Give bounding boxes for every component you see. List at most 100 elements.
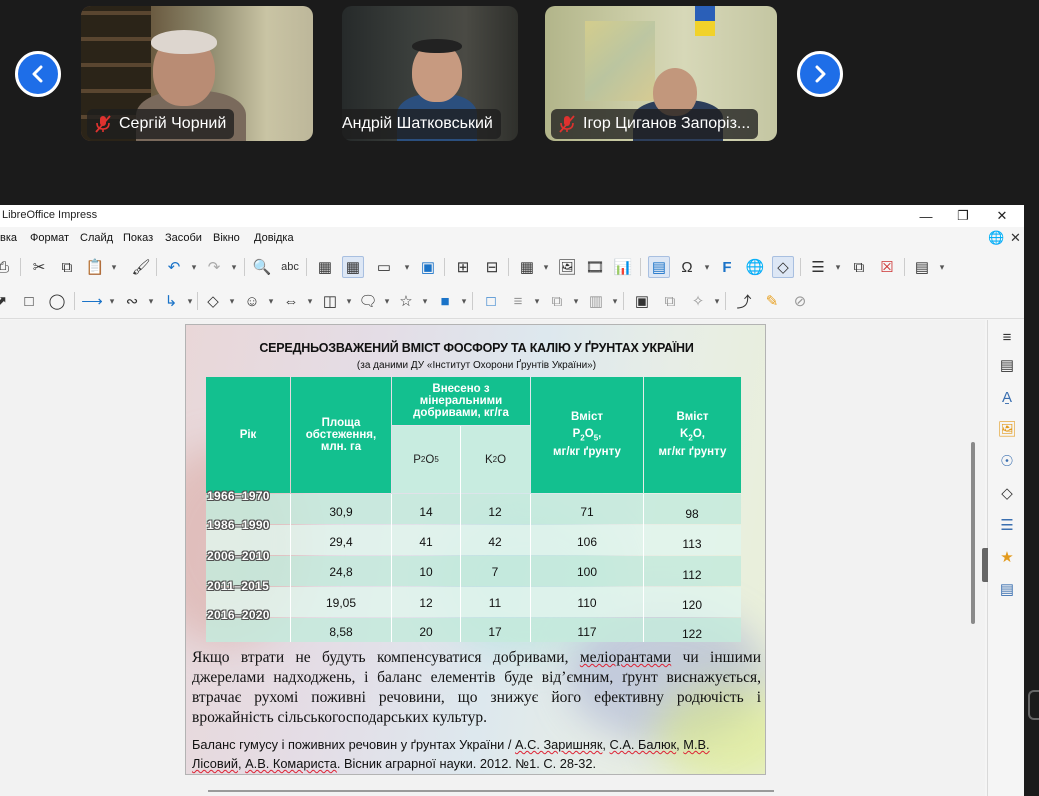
menu-show[interactable]: Показ (123, 232, 153, 244)
rectangle-icon[interactable]: □ (18, 290, 40, 312)
block-arrows-dropdown-icon[interactable]: ▾ (306, 290, 314, 312)
align-objects-icon[interactable]: ≡ (507, 290, 529, 312)
insert-table-icon[interactable]: ▦ (516, 256, 538, 278)
3d-objects-icon[interactable]: ■ (434, 290, 456, 312)
fontwork-icon[interactable]: F (716, 256, 738, 278)
special-character-dropdown-icon[interactable]: ▾ (703, 256, 711, 278)
insert-media-icon[interactable]: 🎞 (584, 256, 606, 278)
close-button[interactable]: ✕ (993, 207, 1011, 225)
points-icon[interactable]: ⤴ (733, 290, 755, 312)
display-grid-icon[interactable]: ▦ (314, 256, 336, 278)
find-replace-icon[interactable]: 🔍 (251, 256, 273, 278)
align-dropdown-icon[interactable]: ▾ (533, 290, 541, 312)
gluepoints-icon[interactable]: ✎ (761, 290, 783, 312)
shapes-icon[interactable]: ◇ (996, 482, 1018, 504)
filter-dropdown-icon[interactable]: ▾ (713, 290, 721, 312)
line-dropdown-icon[interactable]: ▾ (108, 290, 116, 312)
stars-dropdown-icon[interactable]: ▾ (421, 290, 429, 312)
slide[interactable]: СЕРЕДНЬОЗВАЖЕНИЙ ВМІСТ ФОСФОРУ ТА КАЛІЮ … (185, 324, 766, 775)
table-dropdown-icon[interactable]: ▾ (542, 256, 550, 278)
menu-format[interactable]: Формат (30, 232, 69, 244)
participant-tile[interactable]: Ігор Циганов Запоріз... (545, 6, 777, 141)
callouts-dropdown-icon[interactable]: ▾ (383, 290, 391, 312)
show-draw-functions-icon[interactable]: ◇ (772, 256, 794, 278)
clone-formatting-icon[interactable]: 🖌 (130, 256, 152, 278)
special-character-icon[interactable]: Ω (676, 256, 698, 278)
navigator-icon[interactable]: ☉ (996, 450, 1018, 472)
3d-objects-dropdown-icon[interactable]: ▾ (460, 290, 468, 312)
header-footer-dropdown-icon[interactable]: ▾ (834, 256, 842, 278)
properties-icon[interactable]: ▤ (996, 354, 1018, 376)
start-from-first-icon[interactable]: ⧉ (848, 256, 870, 278)
distribute-icon[interactable]: ▥ (585, 290, 607, 312)
connector-icon[interactable]: ↳ (160, 290, 182, 312)
arrange-dropdown-icon[interactable]: ▾ (572, 290, 580, 312)
print-icon[interactable]: ⎙ (0, 256, 14, 278)
master-slides-icon[interactable]: ▤ (996, 578, 1018, 600)
cut-icon[interactable]: ✂ (28, 256, 50, 278)
menu-slide[interactable]: Слайд (80, 232, 113, 244)
menu-window[interactable]: Вікно (213, 232, 240, 244)
insert-textbox-icon[interactable]: ▤ (648, 256, 670, 278)
header-footer-icon[interactable]: ☰ (807, 256, 829, 278)
symbol-shapes-icon[interactable]: ☺ (241, 290, 263, 312)
ellipse-icon[interactable]: ◯ (46, 290, 68, 312)
sidebar-collapse-handle[interactable] (982, 548, 988, 582)
insert-image-icon[interactable]: 🖼 (556, 256, 578, 278)
menu-insert[interactable]: вка (0, 232, 17, 244)
slide-layout-dropdown-icon[interactable]: ▾ (938, 256, 946, 278)
filter-icon[interactable]: ✧ (687, 290, 709, 312)
menu-tools[interactable]: Засоби (165, 232, 202, 244)
insert-chart-icon[interactable]: 📊 (612, 256, 634, 278)
gallery-icon[interactable]: 🖼 (996, 418, 1018, 440)
arrange-icon[interactable]: ⧉ (546, 290, 568, 312)
previous-page-button[interactable] (15, 51, 61, 97)
spelling-icon[interactable]: abc (279, 256, 301, 278)
restore-button[interactable]: ❐ (954, 207, 972, 225)
flowchart-icon[interactable]: ◫ (319, 290, 341, 312)
display-views-dropdown-icon[interactable]: ▾ (403, 256, 411, 278)
block-arrows-icon[interactable]: ⇔ (280, 290, 302, 312)
close-document-icon[interactable]: ✕ (1010, 230, 1021, 246)
copy-icon[interactable]: ⧉ (56, 256, 78, 278)
basic-shapes-dropdown-icon[interactable]: ▾ (228, 290, 236, 312)
rotate-icon[interactable]: □ (480, 290, 502, 312)
paste-icon[interactable]: 📋 (84, 256, 106, 278)
basic-shapes-icon[interactable]: ◇ (202, 290, 224, 312)
callouts-icon[interactable]: 🗨 (357, 290, 379, 312)
connector-dropdown-icon[interactable]: ▾ (186, 290, 194, 312)
distribute-dropdown-icon[interactable]: ▾ (611, 290, 619, 312)
redo-dropdown-icon[interactable]: ▾ (230, 256, 238, 278)
line-arrow-icon[interactable]: ⟶ (81, 290, 103, 312)
select-icon[interactable]: ⬈ (0, 290, 12, 312)
master-slide-icon[interactable]: ▣ (417, 256, 439, 278)
toggle-extrusion-icon[interactable]: ⊘ (789, 290, 811, 312)
menu-help[interactable]: Довідка (254, 232, 294, 244)
next-page-button[interactable] (797, 51, 843, 97)
horizontal-scrollbar[interactable] (208, 790, 774, 792)
slide-transition-icon[interactable]: ☰ (996, 514, 1018, 536)
crop-icon[interactable]: ⧉ (659, 290, 681, 312)
duplicate-slide-icon[interactable]: ⊟ (481, 256, 503, 278)
minimize-button[interactable]: — (917, 207, 935, 225)
curve-icon[interactable]: ∾ (121, 290, 143, 312)
new-slide-icon[interactable]: ⊞ (452, 256, 474, 278)
slide-layout-icon[interactable]: ▤ (911, 256, 933, 278)
delete-slide-icon[interactable]: ☒ (876, 256, 898, 278)
participant-tile[interactable]: Сергій Чорний (81, 6, 313, 141)
undo-dropdown-icon[interactable]: ▾ (190, 256, 198, 278)
sidebar-menu-icon[interactable]: ≡ (996, 326, 1018, 348)
curve-dropdown-icon[interactable]: ▾ (147, 290, 155, 312)
shadow-icon[interactable]: ▣ (631, 290, 653, 312)
participant-tile[interactable]: Андрій Шатковський (342, 6, 518, 141)
paste-dropdown-icon[interactable]: ▾ (110, 256, 118, 278)
display-views-icon[interactable]: ▭ (373, 256, 395, 278)
styles-icon[interactable]: A̱ (996, 386, 1018, 408)
stars-icon[interactable]: ☆ (395, 290, 417, 312)
hyperlink-icon[interactable]: 🌐 (744, 256, 766, 278)
language-globe-icon[interactable]: 🌐 (988, 230, 1004, 246)
vertical-scrollbar[interactable] (971, 442, 975, 624)
symbol-shapes-dropdown-icon[interactable]: ▾ (267, 290, 275, 312)
animation-icon[interactable]: ★ (996, 546, 1018, 568)
redo-icon[interactable]: ↷ (203, 256, 225, 278)
